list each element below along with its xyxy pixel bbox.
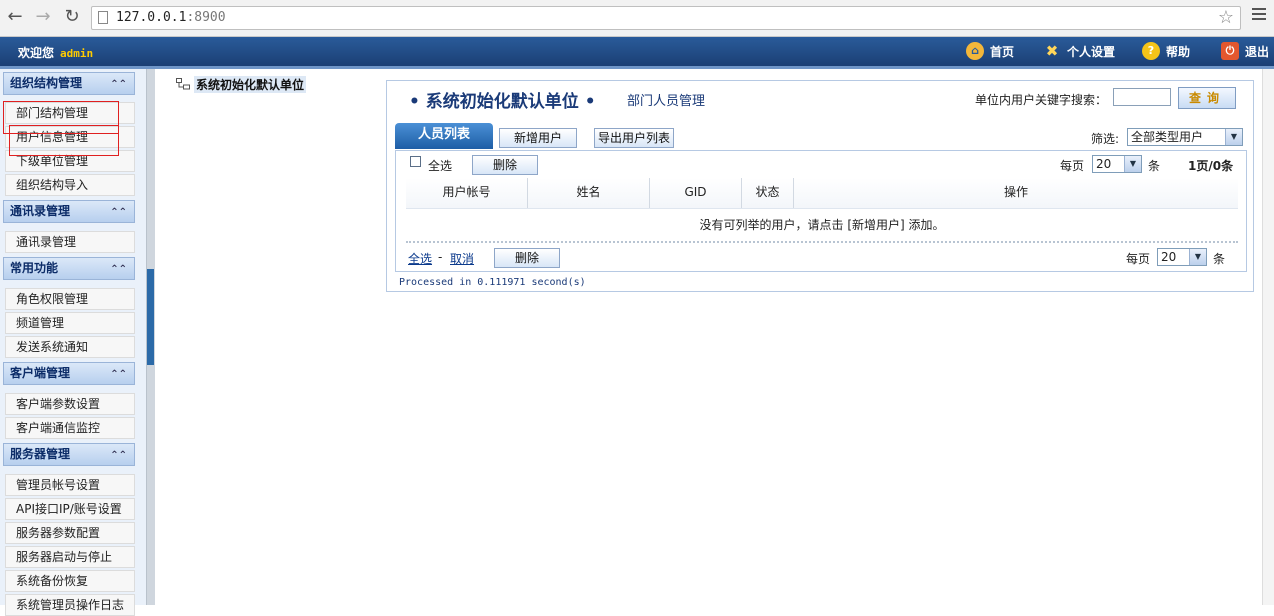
tab-user-list[interactable]: 人员列表 xyxy=(395,123,493,149)
collapse-icon[interactable]: ⌃⌃ xyxy=(110,74,127,95)
tree-icon xyxy=(176,78,190,90)
chevron-down-icon: ▼ xyxy=(1189,249,1206,265)
footer-per-page-value: 20 xyxy=(1161,250,1177,264)
search-button[interactable]: 查询 xyxy=(1178,87,1236,109)
forward-icon[interactable]: → xyxy=(32,6,54,28)
column-header-actions: 操作 xyxy=(794,178,1238,208)
per-page-value: 20 xyxy=(1096,157,1112,171)
tools-icon: ✖ xyxy=(1045,42,1059,60)
welcome-text: 欢迎您 admin xyxy=(18,46,94,60)
sidebar-item-client-params[interactable]: 客户端参数设置 xyxy=(5,393,135,415)
sidebar-item-system-notice[interactable]: 发送系统通知 xyxy=(5,336,135,358)
sidebar-item-contacts[interactable]: 通讯录管理 xyxy=(5,231,135,253)
help-icon: ? xyxy=(1142,42,1160,60)
nav-home[interactable]: ⌂ 首页 xyxy=(966,42,1014,60)
browser-chrome: ← → ↻ 127.0.0.1:8900 ☆ xyxy=(0,0,1274,37)
sidebar-group-server[interactable]: 服务器管理 ⌃⌃ xyxy=(3,443,135,466)
page-info: 1页/0条 xyxy=(1188,159,1234,173)
footer-separator: - xyxy=(438,250,443,264)
footer-per-page-select[interactable]: 20 ▼ xyxy=(1157,248,1207,266)
per-page-select[interactable]: 20 ▼ xyxy=(1092,155,1142,173)
user-list: 全选 删除 每页 20 ▼ 条 1页/0条 用户帐号 姓名 GID 状态 操作 没… xyxy=(395,150,1247,272)
sidebar-item-admin-account[interactable]: 管理员帐号设置 xyxy=(5,474,135,496)
nav-home-label: 首页 xyxy=(990,44,1015,59)
sidebar-group-org[interactable]: 组织结构管理 ⌃⌃ xyxy=(3,72,135,95)
user-type-filter-select[interactable]: 全部类型用户 ▼ xyxy=(1127,128,1243,146)
sidebar-item-api-settings[interactable]: API接口IP/账号设置 xyxy=(5,498,135,520)
org-tree-label: 系统初始化默认单位 xyxy=(194,75,307,93)
nav-help-label: 帮助 xyxy=(1166,44,1191,59)
nav-help[interactable]: ? 帮助 xyxy=(1142,42,1190,60)
sidebar-item-client-monitor[interactable]: 客户端通信监控 xyxy=(5,417,135,439)
nav-logout-label: 退出 xyxy=(1245,44,1270,59)
bookmark-star-icon[interactable]: ☆ xyxy=(1218,7,1234,28)
sidebar-group-contacts[interactable]: 通讯录管理 ⌃⌃ xyxy=(3,200,135,223)
sidebar-group-client[interactable]: 客户端管理 ⌃⌃ xyxy=(3,362,135,385)
home-icon: ⌂ xyxy=(966,42,984,60)
per-page-label: 每页 xyxy=(1060,159,1085,173)
table-header: 用户帐号 姓名 GID 状态 操作 xyxy=(406,178,1238,209)
reload-icon[interactable]: ↻ xyxy=(61,6,83,28)
filter-value: 全部类型用户 xyxy=(1131,130,1204,144)
sidebar-item-org-import[interactable]: 组织结构导入 xyxy=(5,174,135,196)
column-header-gid[interactable]: GID xyxy=(650,178,742,208)
nav-logout[interactable]: ⏻ 退出 xyxy=(1221,42,1269,60)
sidebar-item-server-start-stop[interactable]: 服务器启动与停止 xyxy=(5,546,135,568)
sidebar: 组织结构管理 ⌃⌃ 部门结构管理 用户信息管理 下级单位管理 组织结构导入 通讯录… xyxy=(0,69,146,616)
column-header-account[interactable]: 用户帐号 xyxy=(406,178,528,208)
collapse-icon[interactable]: ⌃⌃ xyxy=(110,259,127,280)
column-header-status[interactable]: 状态 xyxy=(742,178,794,208)
url-text: 127.0.0.1:8900 xyxy=(116,10,226,25)
splitter-handle[interactable] xyxy=(147,269,154,365)
collapse-icon[interactable]: ⌃⌃ xyxy=(110,364,127,385)
footer-cancel-link[interactable]: 取消 xyxy=(450,250,474,267)
chevron-down-icon: ▼ xyxy=(1225,129,1242,145)
page-scrollbar[interactable] xyxy=(1262,69,1274,605)
main-panel: • 系统初始化默认单位 • 部门人员管理 单位内用户关键字搜索： 查询 人员列表… xyxy=(386,80,1254,292)
address-bar[interactable]: 127.0.0.1:8900 ☆ xyxy=(91,6,1241,30)
sidebar-group-common[interactable]: 常用功能 ⌃⌃ xyxy=(3,257,135,280)
back-icon[interactable]: ← xyxy=(4,6,26,28)
per-page-unit: 条 xyxy=(1148,159,1161,173)
sidebar-item-server-params[interactable]: 服务器参数配置 xyxy=(5,522,135,544)
browser-menu-icon[interactable] xyxy=(1252,8,1266,23)
collapse-icon[interactable]: ⌃⌃ xyxy=(110,445,127,466)
select-all-checkbox[interactable] xyxy=(410,156,421,167)
username: admin xyxy=(60,47,94,60)
empty-message: 没有可列举的用户，请点击 [新增用户] 添加。 xyxy=(406,209,1238,243)
footer-select-all-link[interactable]: 全选 xyxy=(408,250,432,267)
filter-label: 筛选: xyxy=(1091,132,1120,146)
search-label: 单位内用户关键字搜索： xyxy=(975,93,1108,107)
delete-button[interactable]: 删除 xyxy=(472,155,538,175)
chevron-down-icon: ▼ xyxy=(1124,156,1141,172)
footer-per-page-unit: 条 xyxy=(1213,252,1226,266)
export-user-list-button[interactable]: 导出用户列表 xyxy=(594,128,674,148)
collapse-icon[interactable]: ⌃⌃ xyxy=(110,202,127,223)
sidebar-item-admin-log[interactable]: 系统管理员操作日志 xyxy=(5,594,135,616)
sidebar-item-channels[interactable]: 频道管理 xyxy=(5,312,135,334)
highlight-box xyxy=(9,125,119,156)
search-input[interactable] xyxy=(1113,88,1171,106)
nav-personal-settings[interactable]: ✖ 个人设置 xyxy=(1043,42,1115,60)
column-header-name[interactable]: 姓名 xyxy=(528,178,650,208)
processed-time: Processed in 0.111971 second(s) xyxy=(399,277,586,288)
org-tree-node[interactable]: 系统初始化默认单位 xyxy=(176,75,307,93)
sidebar-splitter[interactable] xyxy=(146,69,155,605)
add-user-button[interactable]: 新增用户 xyxy=(499,128,577,148)
footer-delete-button[interactable]: 删除 xyxy=(494,248,560,268)
page-subtitle: 部门人员管理 xyxy=(627,94,706,109)
nav-personal-settings-label: 个人设置 xyxy=(1067,44,1116,59)
footer-per-page-label: 每页 xyxy=(1126,252,1151,266)
sidebar-item-backup[interactable]: 系统备份恢复 xyxy=(5,570,135,592)
page-icon xyxy=(98,11,108,24)
logout-icon: ⏻ xyxy=(1221,42,1239,60)
app-header: 欢迎您 admin ⌂ 首页 ✖ 个人设置 ? 帮助 ⏻ 退出 xyxy=(0,37,1274,69)
sidebar-item-roles[interactable]: 角色权限管理 xyxy=(5,288,135,310)
select-all-label: 全选 xyxy=(428,159,453,173)
page-title: • 系统初始化默认单位 • xyxy=(409,92,596,112)
